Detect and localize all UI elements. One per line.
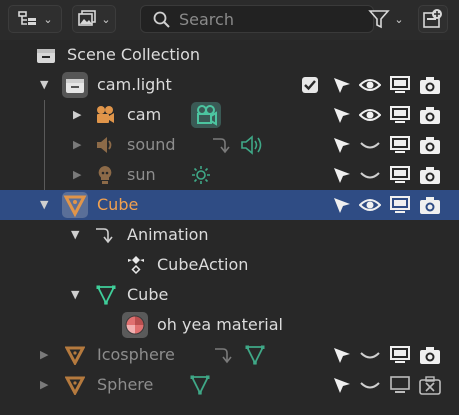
row-label: Sphere bbox=[97, 375, 154, 394]
expand-arrow-icon[interactable]: ▶ bbox=[73, 168, 81, 181]
expand-arrow-icon[interactable]: ▼ bbox=[71, 288, 79, 301]
search-icon bbox=[153, 11, 170, 28]
tree-row-icosphere[interactable]: ▶ Icosphere bbox=[0, 340, 459, 370]
link-arrow-icon bbox=[213, 138, 230, 154]
light-object-icon bbox=[98, 166, 112, 184]
monitor-icon[interactable] bbox=[389, 135, 411, 155]
tree-row-cube-mesh[interactable]: ▼ Cube bbox=[0, 280, 459, 310]
image-stack-icon bbox=[78, 10, 97, 26]
select-arrow-icon[interactable] bbox=[331, 105, 353, 125]
tree-row-cube[interactable]: ▼ Cube bbox=[0, 190, 459, 220]
outliner-header: ⌄ ⌄ Search ⌄ bbox=[0, 0, 459, 40]
row-label: Cube bbox=[127, 285, 169, 304]
monitor-icon[interactable] bbox=[389, 105, 411, 125]
tree-row-sphere[interactable]: ▶ Sphere bbox=[0, 370, 459, 400]
collection-icon bbox=[62, 72, 88, 98]
row-label: CubeAction bbox=[157, 255, 249, 274]
row-label: cam.light bbox=[97, 75, 172, 94]
eye-icon[interactable] bbox=[359, 195, 381, 215]
link-arrow-icon bbox=[215, 348, 232, 364]
new-collection-icon bbox=[423, 9, 442, 28]
monitor-icon[interactable] bbox=[389, 165, 411, 185]
eye-closed-icon[interactable] bbox=[359, 375, 381, 395]
animation-data-icon bbox=[96, 228, 113, 244]
tree-row-cam-light[interactable]: ▼ cam.light bbox=[0, 70, 459, 100]
camera-data-icon[interactable] bbox=[191, 102, 221, 128]
action-keyframes-icon bbox=[128, 256, 144, 275]
mesh-object-icon bbox=[65, 346, 85, 365]
display-mode-dropdown[interactable]: ⌄ bbox=[8, 5, 62, 33]
exclude-checkbox-icon[interactable] bbox=[299, 75, 321, 95]
select-arrow-icon[interactable] bbox=[331, 195, 353, 215]
row-label: Icosphere bbox=[97, 345, 175, 364]
select-arrow-icon[interactable] bbox=[331, 75, 353, 95]
monitor-disabled-icon[interactable] bbox=[389, 375, 411, 395]
view-layer-dropdown[interactable]: ⌄ bbox=[72, 5, 116, 33]
material-icon bbox=[122, 312, 148, 338]
row-label: Cube bbox=[97, 195, 139, 214]
tree-row-cubeaction[interactable]: CubeAction bbox=[0, 250, 459, 280]
expand-arrow-icon[interactable]: ▼ bbox=[71, 228, 79, 241]
row-label: Scene Collection bbox=[67, 45, 201, 64]
tree-row-sound[interactable]: ▶ sound bbox=[0, 130, 459, 160]
eye-closed-icon[interactable] bbox=[359, 135, 381, 155]
search-placeholder: Search bbox=[179, 10, 234, 29]
camera-render-icon[interactable] bbox=[419, 165, 441, 185]
camera-render-icon[interactable] bbox=[419, 105, 441, 125]
outliner-tree-icon bbox=[18, 11, 37, 25]
row-label: Animation bbox=[127, 225, 209, 244]
expand-arrow-icon[interactable]: ▶ bbox=[40, 378, 48, 391]
tree-row-scene-collection[interactable]: Scene Collection bbox=[0, 40, 459, 70]
chevron-down-icon: ⌄ bbox=[101, 12, 111, 26]
row-label: cam bbox=[127, 105, 162, 124]
expand-arrow-icon[interactable]: ▼ bbox=[40, 198, 48, 211]
chevron-down-icon: ⌄ bbox=[43, 12, 53, 26]
camera-render-icon[interactable] bbox=[419, 75, 441, 95]
search-input[interactable]: Search bbox=[140, 5, 374, 33]
eye-icon[interactable] bbox=[359, 105, 381, 125]
chevron-down-icon: ⌄ bbox=[394, 12, 404, 26]
camera-render-disabled-icon[interactable] bbox=[419, 375, 441, 395]
mesh-data-icon[interactable] bbox=[190, 375, 210, 395]
mesh-data-icon bbox=[96, 285, 116, 305]
tree-row-animation[interactable]: ▼ Animation bbox=[0, 220, 459, 250]
tree-row-cam[interactable]: ▶ cam bbox=[0, 100, 459, 130]
row-label: sound bbox=[127, 135, 176, 154]
select-arrow-icon[interactable] bbox=[331, 375, 353, 395]
eye-closed-icon[interactable] bbox=[359, 345, 381, 365]
expand-arrow-icon[interactable]: ▶ bbox=[73, 108, 81, 121]
row-label: sun bbox=[127, 165, 156, 184]
tree-row-sun[interactable]: ▶ sun bbox=[0, 160, 459, 190]
monitor-icon[interactable] bbox=[389, 345, 411, 365]
mesh-object-icon bbox=[62, 192, 88, 218]
new-collection-button[interactable] bbox=[418, 5, 448, 33]
monitor-icon[interactable] bbox=[389, 75, 411, 95]
eye-icon[interactable] bbox=[359, 75, 381, 95]
expand-arrow-icon[interactable]: ▶ bbox=[40, 348, 48, 361]
speaker-object-icon bbox=[97, 137, 112, 153]
camera-render-icon[interactable] bbox=[419, 135, 441, 155]
select-arrow-icon[interactable] bbox=[331, 135, 353, 155]
select-arrow-icon[interactable] bbox=[331, 345, 353, 365]
select-arrow-icon[interactable] bbox=[331, 165, 353, 185]
row-label: oh yea material bbox=[157, 315, 283, 334]
camera-render-icon[interactable] bbox=[419, 195, 441, 215]
collection-icon bbox=[37, 49, 55, 63]
mesh-data-icon[interactable] bbox=[245, 345, 265, 365]
eye-closed-icon[interactable] bbox=[359, 165, 381, 185]
monitor-icon[interactable] bbox=[389, 195, 411, 215]
filter-icon bbox=[368, 10, 391, 29]
speaker-data-icon[interactable] bbox=[240, 135, 264, 155]
tree-row-material[interactable]: oh yea material bbox=[0, 310, 459, 340]
expand-arrow-icon[interactable]: ▼ bbox=[40, 78, 48, 91]
sun-data-icon[interactable] bbox=[191, 165, 211, 185]
camera-object-icon bbox=[97, 106, 114, 123]
expand-arrow-icon[interactable]: ▶ bbox=[73, 138, 81, 151]
camera-render-icon[interactable] bbox=[419, 345, 441, 365]
filter-dropdown[interactable]: ⌄ bbox=[362, 5, 410, 33]
mesh-object-icon bbox=[65, 376, 85, 395]
